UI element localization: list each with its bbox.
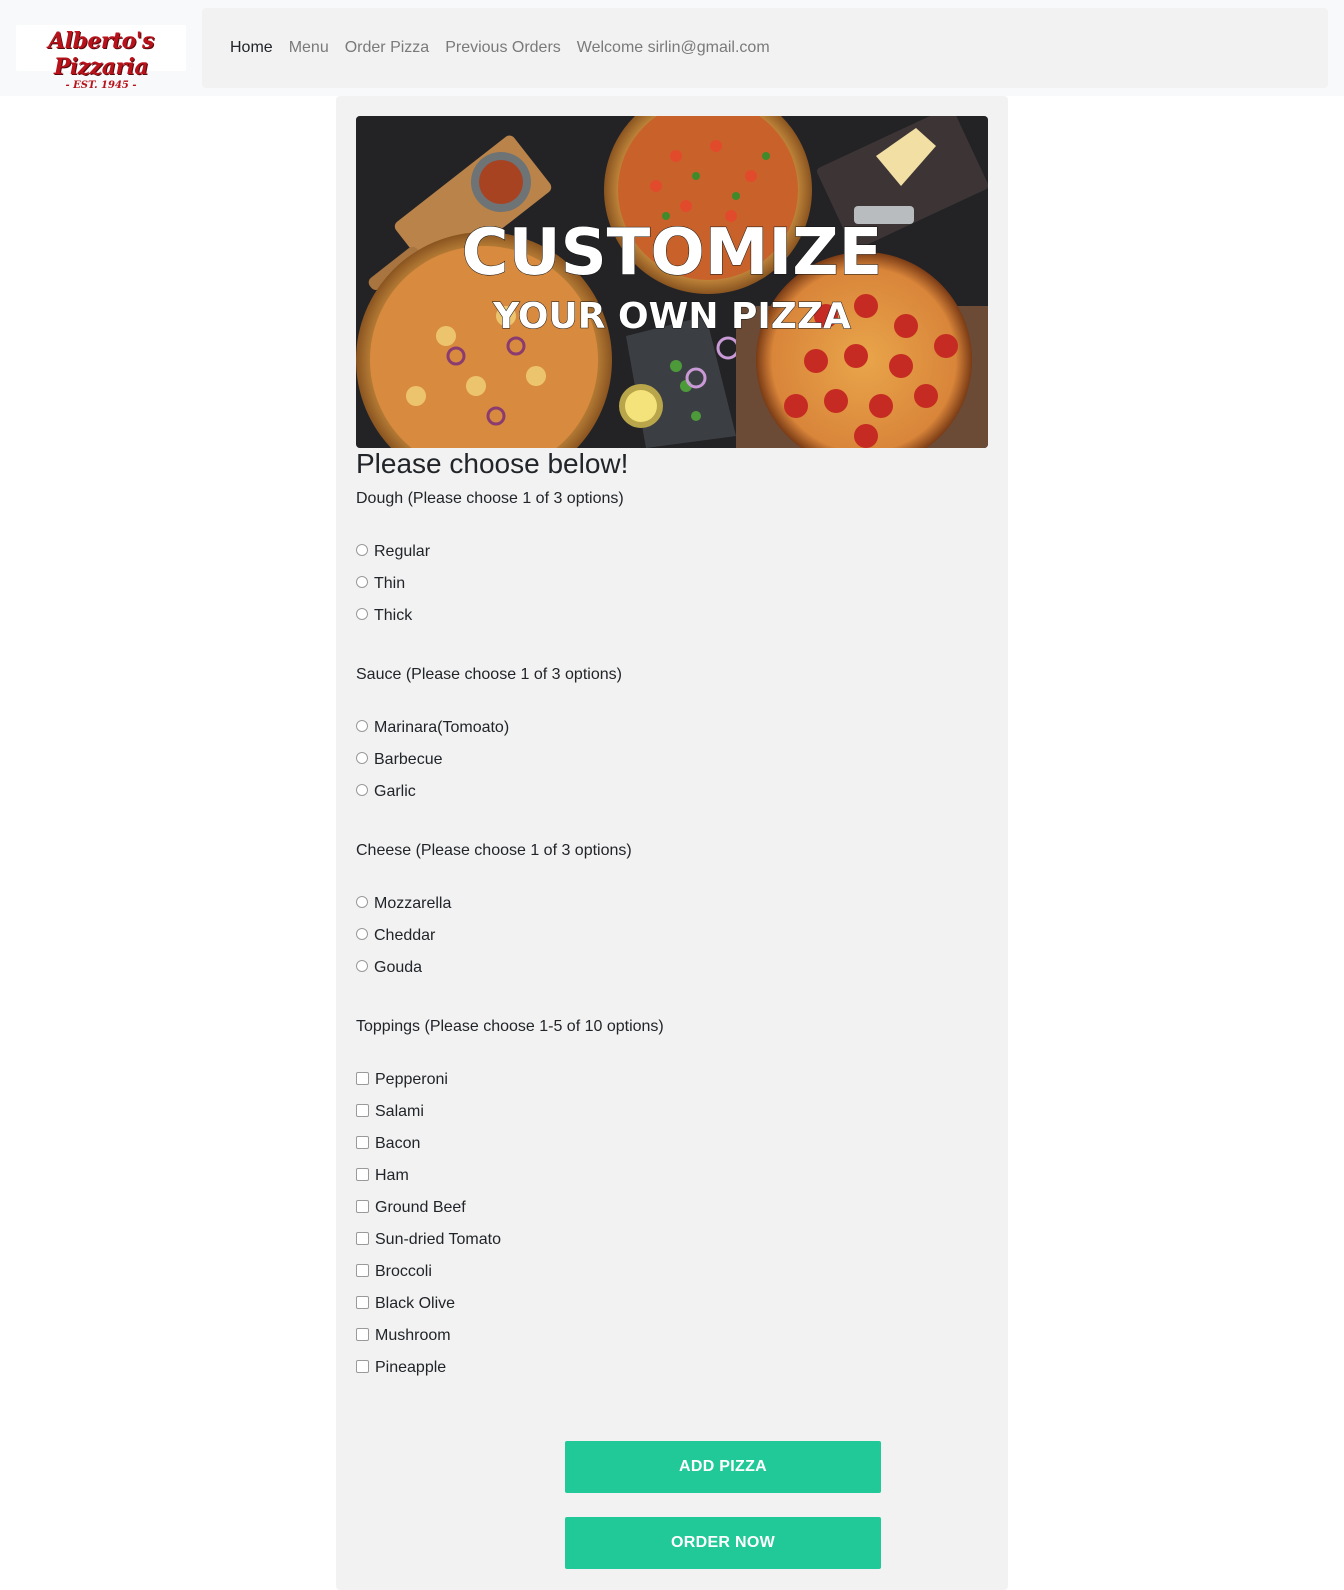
option-label: Thin: [374, 575, 406, 592]
topping-ham[interactable]: Ham: [356, 1166, 409, 1186]
order-now-button[interactable]: ORDER NOW: [565, 1517, 881, 1569]
option-label: Mozzarella: [374, 895, 452, 912]
option-label: Thick: [374, 607, 413, 624]
dough-option-thick[interactable]: Thick: [356, 606, 412, 626]
option-label: Pineapple: [375, 1359, 447, 1376]
checkbox[interactable]: [356, 1231, 369, 1245]
option-label: Marinara(Tomoato): [374, 719, 510, 736]
cheese-option-gouda[interactable]: Gouda: [356, 958, 422, 978]
banner-title: CUSTOMIZE: [462, 216, 883, 290]
checkbox[interactable]: [356, 1135, 369, 1149]
checkbox[interactable]: [356, 1199, 369, 1213]
cheese-option-cheddar[interactable]: Cheddar: [356, 926, 435, 946]
option-label: Barbecue: [374, 751, 443, 768]
sauce-option-garlic[interactable]: Garlic: [356, 782, 416, 802]
nav-home[interactable]: Home: [230, 39, 273, 57]
option-label: Broccoli: [375, 1263, 432, 1280]
topping-ground-beef[interactable]: Ground Beef: [356, 1198, 466, 1218]
dough-option-thin[interactable]: Thin: [356, 574, 405, 594]
sauce-label: Sauce (Please choose 1 of 3 options): [356, 666, 622, 683]
banner-subtitle: YOUR OWN PIZZA: [492, 296, 851, 337]
option-label: Regular: [374, 543, 431, 560]
checkbox[interactable]: [356, 1327, 369, 1341]
topping-sun-dried-tomato[interactable]: Sun-dried Tomato: [356, 1230, 501, 1250]
dough-option-regular[interactable]: Regular: [356, 542, 430, 562]
checkbox[interactable]: [356, 1167, 369, 1181]
radio-button[interactable]: [356, 576, 368, 588]
option-label: Cheddar: [374, 927, 436, 944]
radio-button[interactable]: [356, 608, 368, 620]
option-label: Ground Beef: [375, 1199, 466, 1216]
brand-name: Alberto's Pizzaria: [48, 28, 154, 80]
checkbox[interactable]: [356, 1359, 369, 1373]
option-label: Bacon: [375, 1135, 421, 1152]
customize-card: CUSTOMIZE YOUR OWN PIZZA Please choose b…: [336, 96, 1008, 1590]
radio-button[interactable]: [356, 752, 368, 764]
topping-mushroom[interactable]: Mushroom: [356, 1326, 451, 1346]
header-bar: Alberto's Pizzaria - EST. 1945 - Home Me…: [0, 0, 1344, 96]
nav-welcome-user[interactable]: Welcome sirlin@gmail.com: [577, 39, 770, 57]
checkbox[interactable]: [356, 1103, 369, 1117]
radio-button[interactable]: [356, 720, 368, 732]
radio-button[interactable]: [356, 896, 368, 908]
topping-broccoli[interactable]: Broccoli: [356, 1262, 432, 1282]
nav-order-pizza[interactable]: Order Pizza: [345, 39, 429, 57]
option-label: Ham: [375, 1167, 409, 1184]
brand-tagline: - EST. 1945 -: [65, 80, 137, 91]
cheese-option-mozzarella[interactable]: Mozzarella: [356, 894, 451, 914]
checkbox[interactable]: [356, 1263, 369, 1277]
brand-logo[interactable]: Alberto's Pizzaria - EST. 1945 -: [16, 25, 186, 91]
sauce-option-marinara[interactable]: Marinara(Tomoato): [356, 718, 509, 738]
nav-previous-orders[interactable]: Previous Orders: [445, 39, 561, 57]
topping-pepperoni[interactable]: Pepperoni: [356, 1070, 448, 1090]
navbar: Home Menu Order Pizza Previous Orders We…: [202, 8, 1328, 88]
nav-links: Home Menu Order Pizza Previous Orders We…: [230, 39, 770, 57]
radio-button[interactable]: [356, 544, 368, 556]
topping-bacon[interactable]: Bacon: [356, 1134, 420, 1154]
option-label: Black Olive: [375, 1295, 456, 1312]
nav-menu[interactable]: Menu: [289, 39, 329, 57]
radio-button[interactable]: [356, 784, 368, 796]
banner-image: CUSTOMIZE YOUR OWN PIZZA: [356, 116, 988, 448]
option-label: Gouda: [374, 959, 423, 976]
cheese-label: Cheese (Please choose 1 of 3 options): [356, 842, 632, 859]
option-label: Garlic: [374, 783, 416, 800]
topping-salami[interactable]: Salami: [356, 1102, 424, 1122]
topping-pineapple[interactable]: Pineapple: [356, 1358, 446, 1378]
checkbox[interactable]: [356, 1071, 369, 1085]
toppings-label: Toppings (Please choose 1-5 of 10 option…: [356, 1018, 664, 1035]
option-label: Sun-dried Tomato: [375, 1231, 501, 1248]
topping-black-olive[interactable]: Black Olive: [356, 1294, 455, 1314]
option-label: Pepperoni: [375, 1071, 448, 1088]
radio-button[interactable]: [356, 928, 368, 940]
page-title: Please choose below!: [356, 448, 629, 479]
add-pizza-button[interactable]: ADD PIZZA: [565, 1441, 881, 1493]
option-label: Salami: [375, 1103, 424, 1120]
sauce-option-barbecue[interactable]: Barbecue: [356, 750, 443, 770]
checkbox[interactable]: [356, 1295, 369, 1309]
dough-label: Dough (Please choose 1 of 3 options): [356, 490, 624, 507]
radio-button[interactable]: [356, 960, 368, 972]
option-label: Mushroom: [375, 1327, 451, 1344]
